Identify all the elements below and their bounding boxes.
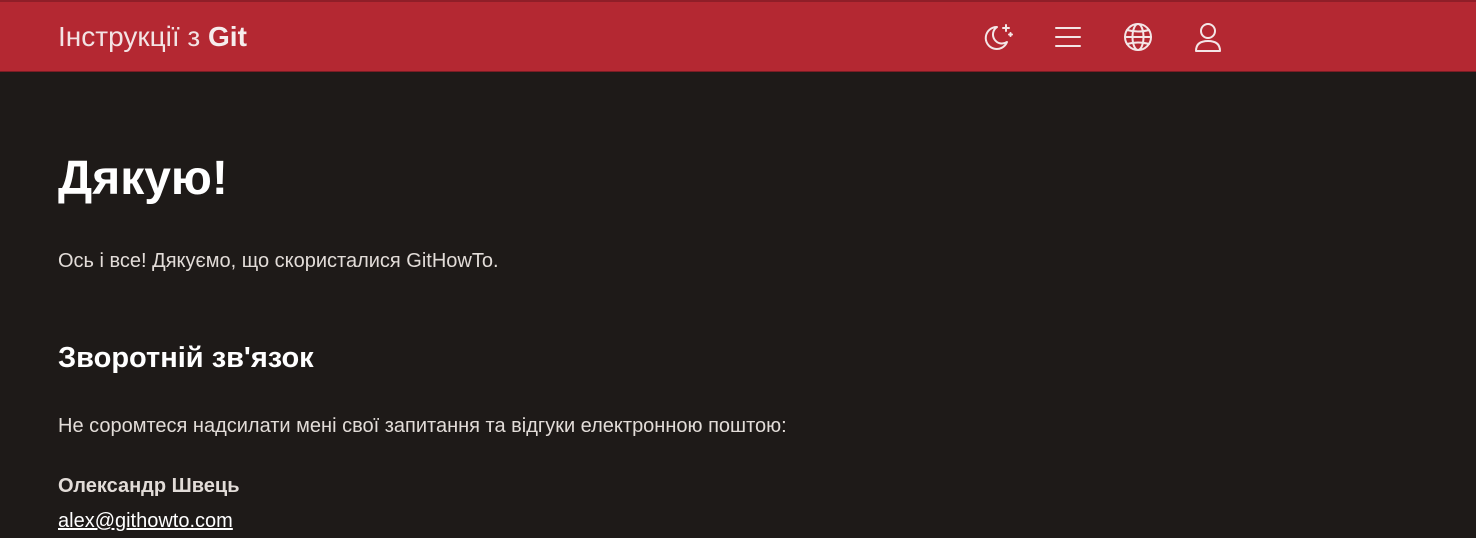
user-icon — [1193, 21, 1223, 53]
feedback-text: Не соромтеся надсилати мені свої запитан… — [58, 415, 787, 437]
site-title-strong: Git — [208, 21, 247, 52]
email-link[interactable]: alex@githowto.com — [58, 508, 233, 534]
feedback-heading: Зворотній зв'язок — [58, 342, 314, 374]
theme-toggle-button[interactable] — [980, 19, 1016, 55]
site-title-link[interactable]: Інструкції з Git — [58, 20, 247, 54]
user-button[interactable] — [1190, 19, 1226, 55]
menu-icon — [1053, 24, 1083, 50]
language-icon — [1122, 21, 1154, 53]
author-name: Олександр Швець — [58, 475, 240, 497]
theme-toggle-icon — [981, 20, 1015, 54]
intro-text: Ось і все! Дякуємо, що скористалися GitH… — [58, 250, 499, 272]
site-title-prefix: Інструкції з — [58, 21, 201, 52]
menu-button[interactable] — [1050, 19, 1086, 55]
site-header: Інструкції з Git — [0, 0, 1476, 72]
page-title: Дякую! — [58, 152, 228, 205]
language-button[interactable] — [1120, 19, 1156, 55]
